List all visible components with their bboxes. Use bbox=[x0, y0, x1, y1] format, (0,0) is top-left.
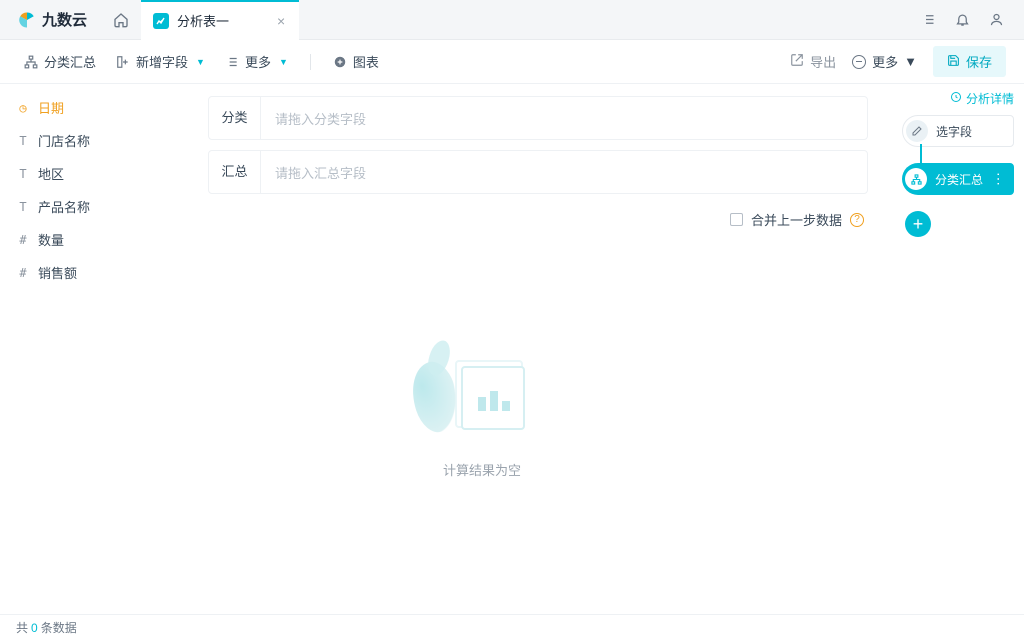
add-field-button[interactable]: 新增字段 ▼ bbox=[110, 48, 211, 75]
clock-icon: ◷ bbox=[16, 101, 30, 115]
summary-placeholder: 请拖入汇总字段 bbox=[261, 163, 867, 182]
text-type-icon: T bbox=[16, 134, 30, 148]
status-count: 0 bbox=[31, 621, 38, 635]
hierarchy-icon bbox=[24, 55, 38, 69]
status-prefix: 共 bbox=[16, 619, 28, 636]
close-icon[interactable]: × bbox=[277, 13, 285, 29]
save-icon bbox=[947, 54, 960, 70]
hierarchy-icon bbox=[905, 168, 927, 190]
number-type-icon: # bbox=[16, 233, 30, 247]
status-bar: 共 0 条数据 bbox=[0, 614, 1024, 640]
category-placeholder: 请拖入分类字段 bbox=[261, 109, 867, 128]
chart-placeholder-icon bbox=[476, 385, 510, 411]
status-suffix: 条数据 bbox=[41, 619, 77, 636]
tab-label: 分析表一 bbox=[177, 11, 229, 30]
help-icon[interactable]: ? bbox=[850, 213, 864, 227]
step-chain: 选字段 分类汇总 ⋯ + bbox=[896, 115, 1014, 237]
number-type-icon: # bbox=[16, 266, 30, 280]
user-icon[interactable] bbox=[988, 12, 1004, 28]
caret-down-icon: ▼ bbox=[279, 57, 288, 67]
empty-illustration bbox=[427, 344, 537, 444]
edit-icon bbox=[906, 120, 928, 142]
text-type-icon: T bbox=[16, 200, 30, 214]
summary-dropzone[interactable]: 汇总 请拖入汇总字段 bbox=[208, 150, 868, 194]
add-field-icon bbox=[116, 55, 130, 69]
workspace: ◷ 日期 T 门店名称 T 地区 T 产品名称 # 数量 # 销售额 分类 请拖… bbox=[0, 84, 1024, 614]
toolbar: 分类汇总 新增字段 ▼ 更多 ▼ 图表 导出 更多 ▼ 保存 bbox=[0, 40, 1024, 84]
text-type-icon: T bbox=[16, 167, 30, 181]
caret-down-icon: ▼ bbox=[196, 57, 205, 67]
empty-text: 计算结果为空 bbox=[443, 460, 521, 479]
more-button[interactable]: 更多 ▼ bbox=[219, 48, 294, 75]
list-icon[interactable] bbox=[920, 12, 936, 28]
export-icon bbox=[790, 53, 804, 70]
analysis-icon bbox=[153, 13, 169, 29]
step-category-summary[interactable]: 分类汇总 ⋯ bbox=[902, 163, 1014, 195]
category-summary-button[interactable]: 分类汇总 bbox=[18, 48, 102, 75]
detail-icon bbox=[950, 91, 962, 106]
brand-icon bbox=[18, 11, 36, 29]
add-step-button[interactable]: + bbox=[905, 211, 931, 237]
save-button[interactable]: 保存 bbox=[933, 46, 1006, 77]
brand-text: 九数云 bbox=[42, 9, 87, 30]
brand-logo[interactable]: 九数云 bbox=[0, 9, 101, 30]
active-tab[interactable]: 分析表一 × bbox=[141, 0, 299, 40]
bell-icon[interactable] bbox=[954, 12, 970, 28]
export-button[interactable]: 导出 bbox=[790, 52, 836, 71]
caret-down-icon: ▼ bbox=[904, 54, 917, 69]
list-more-icon bbox=[225, 55, 239, 69]
empty-state: 计算结果为空 bbox=[138, 219, 826, 604]
right-panel: 分析详情 选字段 分类汇总 ⋯ + bbox=[896, 84, 1024, 614]
field-store-name[interactable]: T 门店名称 bbox=[16, 131, 184, 150]
minus-circle-icon bbox=[852, 55, 866, 69]
analysis-detail-link[interactable]: 分析详情 bbox=[896, 90, 1014, 107]
divider bbox=[310, 54, 311, 70]
summary-label: 汇总 bbox=[209, 150, 261, 194]
center-panel: 分类 请拖入分类字段 汇总 请拖入汇总字段 合并上一步数据 ? 计算结果为空 bbox=[200, 84, 896, 614]
home-icon bbox=[113, 12, 129, 28]
category-label: 分类 bbox=[209, 96, 261, 140]
kebab-icon[interactable]: ⋯ bbox=[990, 172, 1007, 187]
home-button[interactable] bbox=[101, 0, 141, 40]
chart-button[interactable]: 图表 bbox=[327, 48, 385, 75]
field-date[interactable]: ◷ 日期 bbox=[16, 98, 184, 117]
more-right-button[interactable]: 更多 ▼ bbox=[852, 52, 917, 71]
category-dropzone[interactable]: 分类 请拖入分类字段 bbox=[208, 96, 868, 140]
step-select-fields[interactable]: 选字段 bbox=[902, 115, 1014, 147]
field-region[interactable]: T 地区 bbox=[16, 164, 184, 183]
plus-circle-icon bbox=[333, 55, 347, 69]
field-product-name[interactable]: T 产品名称 bbox=[16, 197, 184, 216]
title-bar: 九数云 分析表一 × bbox=[0, 0, 1024, 40]
